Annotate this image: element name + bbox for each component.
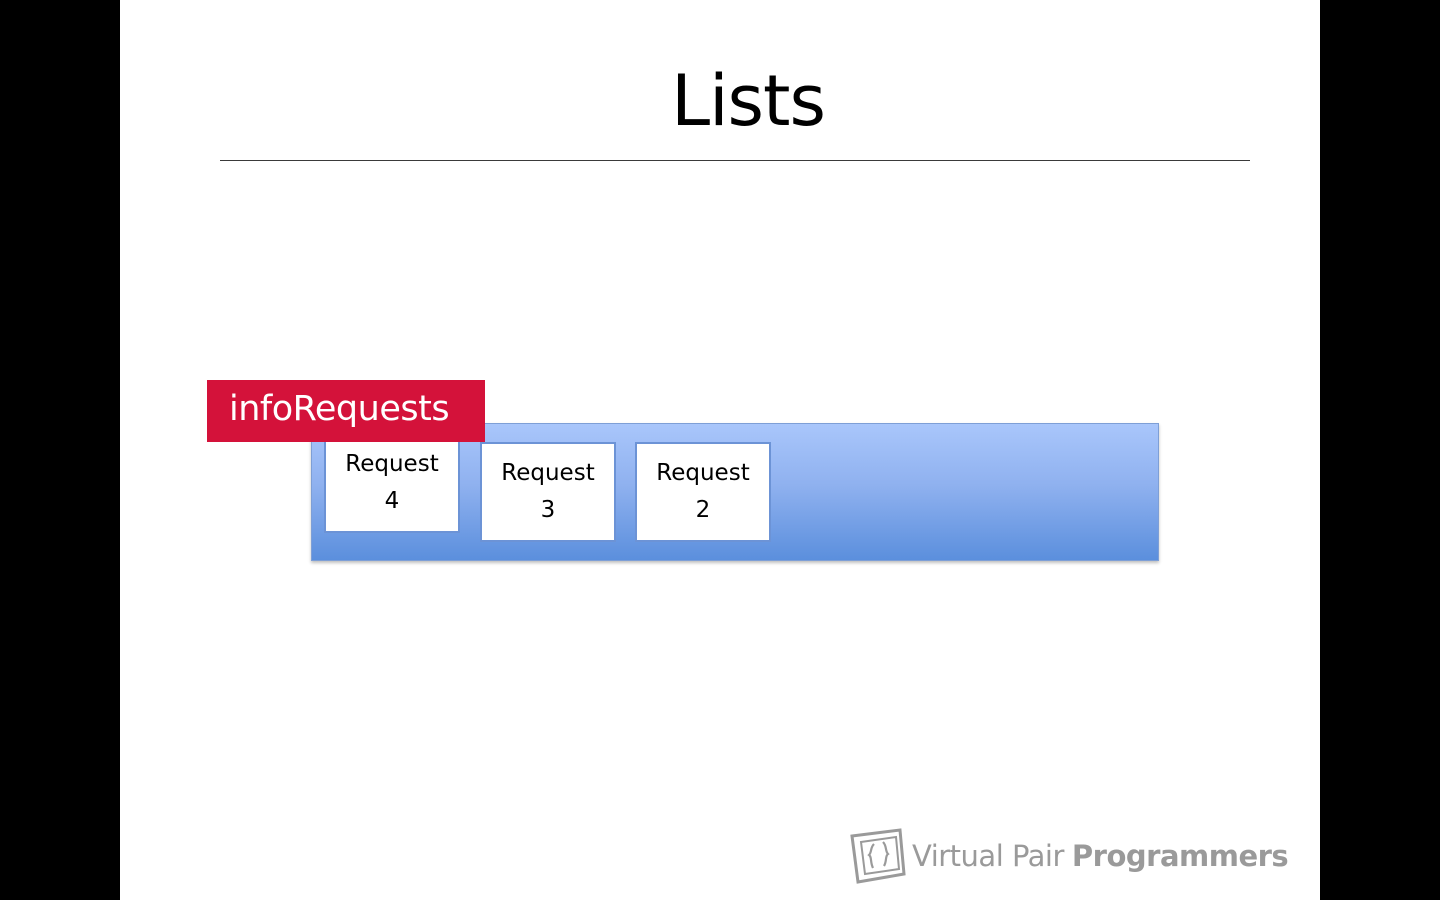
title-divider (220, 160, 1250, 161)
list-item-word: Request (345, 451, 439, 477)
list-item-word: Request (656, 460, 750, 486)
list-item-number: 3 (540, 497, 556, 523)
list-variable-label: infoRequests (207, 380, 485, 442)
logo-text-light: Virtual Pair (912, 839, 1064, 873)
list-item-request-4: Request 4 (324, 433, 460, 533)
pair-faces-logo-icon (850, 828, 906, 884)
slide: Lists Request 4 Request 3 Request 2 info… (120, 0, 1320, 900)
slide-title: Lists (671, 60, 826, 142)
brand-logo: Virtual Pair Programmers (848, 828, 1289, 884)
list-item-word: Request (501, 460, 595, 486)
list-item-request-2: Request 2 (635, 442, 771, 542)
list-item-number: 4 (384, 488, 400, 514)
logo-text-bold: Programmers (1071, 839, 1289, 873)
list-item-number: 2 (695, 497, 711, 523)
list-item-request-3: Request 3 (480, 442, 616, 542)
